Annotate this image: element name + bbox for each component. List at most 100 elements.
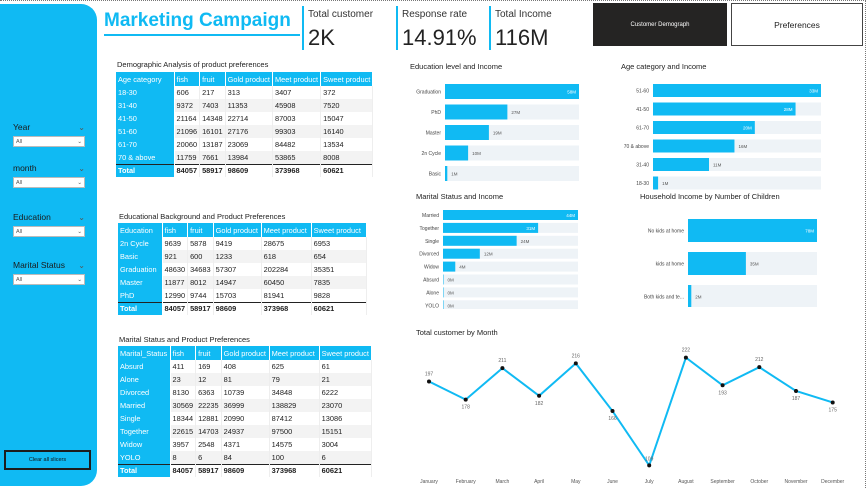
chevron-down-icon[interactable]: ⌄ <box>78 261 85 270</box>
table-title-marital: Marital Status and Product Preferences <box>119 335 250 344</box>
bar <box>688 219 817 242</box>
total-cell: 58917 <box>199 163 226 177</box>
bar <box>688 252 746 275</box>
row-label: Single <box>118 412 171 425</box>
slicer-month[interactable]: month ⌄ All ⌄ <box>13 163 85 188</box>
clear-slicers-button[interactable]: Clear all slicers <box>4 450 91 470</box>
row-label: 61-70 <box>116 138 175 151</box>
table-cell: 84 <box>221 451 270 464</box>
table-cell: 9639 <box>162 237 189 250</box>
column-header[interactable]: Sweet product <box>311 223 367 237</box>
education-preferences-table: Education fish fruit Gold product Meet produ… <box>118 223 367 315</box>
data-point <box>720 383 725 388</box>
category-label: 51-60 <box>636 89 649 95</box>
slicer-marital-status[interactable]: Marital Status ⌄ All ⌄ <box>13 260 85 285</box>
column-header[interactable]: Gold product <box>221 346 270 360</box>
column-header[interactable]: fruit <box>199 72 226 86</box>
education-dropdown[interactable]: All ⌄ <box>13 226 85 237</box>
data-label: 1M <box>451 172 458 177</box>
customer-demograph-button[interactable]: Customer Demograph <box>593 3 727 46</box>
column-header[interactable]: Gold product <box>225 72 273 86</box>
kpi-response-rate: Response rate 14.91% <box>402 9 477 51</box>
total-cell: 84057 <box>170 463 197 477</box>
slicer-education-label: Education <box>13 212 51 222</box>
category-label: Widow <box>424 265 439 271</box>
table-cell: 411 <box>170 360 197 373</box>
row-label: 18-30 <box>116 86 175 99</box>
table-cell: 22714 <box>225 112 273 125</box>
table-cell: 654 <box>311 250 367 263</box>
data-label: 4M <box>459 265 466 270</box>
table-cell: 14703 <box>195 425 222 438</box>
kpi-total-customer-label: Total customer <box>308 9 374 20</box>
filter-sidebar: Year ⌄ All ⌄ month ⌄ All ⌄ Education ⌄ All ⌄ M… <box>0 4 97 486</box>
kpi-response-rate-value: 14.91% <box>402 25 477 50</box>
table-cell: 36999 <box>221 399 270 412</box>
table-row: Married 30569 22235 36999 138829 23070 <box>118 399 372 412</box>
table-cell: 1233 <box>213 250 262 263</box>
table-cell: 3407 <box>272 86 322 99</box>
preferences-button[interactable]: Preferences <box>731 3 863 46</box>
column-header[interactable]: Sweet product <box>319 346 372 360</box>
total-cell: 373968 <box>272 163 322 177</box>
table-cell: 87003 <box>272 112 322 125</box>
row-label: Widow <box>118 438 171 451</box>
month-dropdown[interactable]: All ⌄ <box>13 177 85 188</box>
column-header[interactable]: fish <box>162 223 189 237</box>
table-cell: 6363 <box>195 386 222 399</box>
slicer-year[interactable]: Year ⌄ All ⌄ <box>13 122 85 147</box>
data-label: 211 <box>498 358 506 364</box>
column-header[interactable]: Age category <box>116 72 175 86</box>
table-header-row: Marital_Status fish fruit Gold product Meet … <box>118 346 372 360</box>
row-label: 2n Cycle <box>118 237 163 250</box>
column-header[interactable]: Meet product <box>272 72 322 86</box>
column-header[interactable]: Marital_Status <box>118 346 171 360</box>
table-cell: 600 <box>187 250 214 263</box>
chevron-down-icon[interactable]: ⌄ <box>78 213 85 222</box>
customers-by-month-chart: 197 January 178 February 211 March 182 April 216… <box>420 348 844 485</box>
column-header[interactable]: Gold product <box>213 223 262 237</box>
table-cell: 16101 <box>199 125 226 138</box>
slicer-year-label: Year <box>13 122 31 132</box>
year-dropdown[interactable]: All ⌄ <box>13 136 85 147</box>
table-cell: 217 <box>199 86 226 99</box>
row-label: Graduation <box>118 263 163 276</box>
data-label: 0M <box>448 303 455 308</box>
data-label: 193 <box>718 390 727 396</box>
column-header[interactable]: Education <box>118 223 163 237</box>
column-header[interactable]: Meet product <box>261 223 312 237</box>
table-cell: 87412 <box>269 412 320 425</box>
category-label: PhD <box>431 110 441 116</box>
table-row: Alone 23 12 81 79 21 <box>118 373 372 386</box>
chevron-down-icon[interactable]: ⌄ <box>78 164 85 173</box>
column-header[interactable]: Sweet product <box>320 72 374 86</box>
column-header[interactable]: fish <box>170 346 197 360</box>
table-cell: 15703 <box>213 289 262 302</box>
data-label: 35M <box>750 262 759 267</box>
chevron-down-icon[interactable]: ⌄ <box>78 123 85 132</box>
column-header[interactable]: fish <box>174 72 201 86</box>
table-cell: 21096 <box>174 125 201 138</box>
slicer-education[interactable]: Education ⌄ All ⌄ <box>13 212 85 237</box>
total-cell: 373968 <box>269 463 320 477</box>
column-header[interactable]: fruit <box>187 223 214 237</box>
table-cell: 5878 <box>187 237 214 250</box>
marital-status-dropdown[interactable]: All ⌄ <box>13 274 85 285</box>
category-label: Married <box>422 213 439 219</box>
column-header[interactable]: fruit <box>195 346 222 360</box>
table-cell: 14947 <box>213 276 262 289</box>
table-cell: 12990 <box>162 289 189 302</box>
category-label: 61-70 <box>636 126 649 132</box>
table-cell: 11759 <box>174 151 201 164</box>
table-cell: 97500 <box>269 425 320 438</box>
marital-income-chart: Married 44M Together 31M Single 24M Divorced 12… <box>419 210 578 309</box>
table-cell: 79 <box>269 373 320 386</box>
table-cell: 13534 <box>320 138 374 151</box>
bar <box>653 102 796 116</box>
column-header[interactable]: Meet product <box>269 346 320 360</box>
table-cell: 3004 <box>319 438 372 451</box>
table-cell: 28675 <box>261 237 312 250</box>
row-label: Divorced <box>118 386 171 399</box>
data-point <box>757 365 762 370</box>
data-point <box>500 366 505 371</box>
